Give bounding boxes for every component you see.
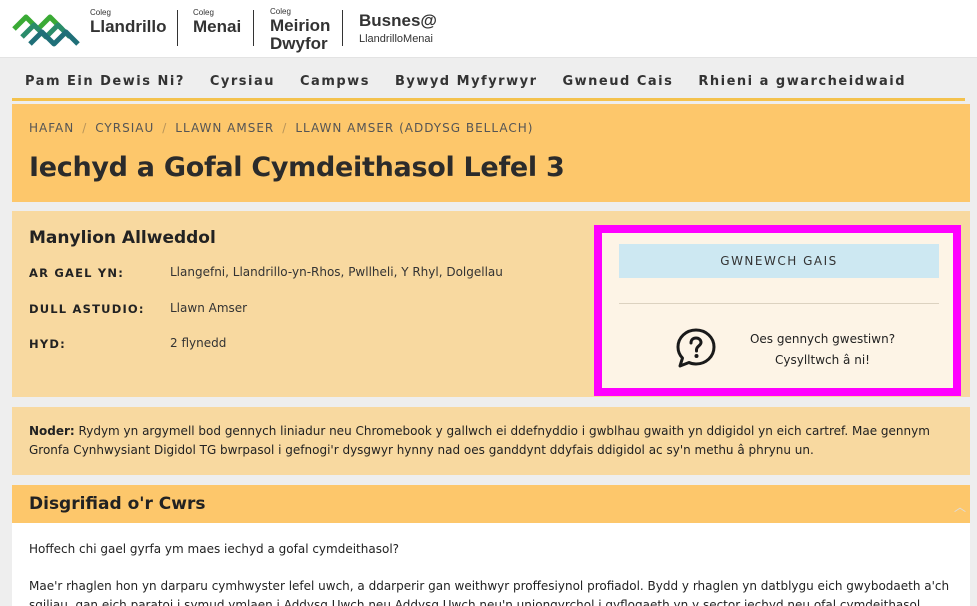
duration-label: HYD: xyxy=(29,337,66,351)
description-paragraph-1: Hoffech chi gael gyrfa ym maes iechyd a … xyxy=(29,542,400,556)
brand-name: Busnes@ xyxy=(359,11,437,30)
brand-name: Llandrillo xyxy=(90,17,167,36)
breadcrumb-courses[interactable]: CYRSIAU xyxy=(95,121,154,135)
brand-name: Menai xyxy=(193,17,242,36)
description-header[interactable]: Disgrifiad o'r Cwrs ︿ xyxy=(12,485,970,523)
breadcrumb-separator: / xyxy=(162,121,168,135)
study-mode-value: Llawn Amser xyxy=(170,301,248,315)
note-label: Noder: xyxy=(29,424,75,438)
brand-divider xyxy=(253,10,254,46)
breadcrumb-current: LLAWN AMSER (ADDYSG BELLACH) xyxy=(295,121,534,135)
brand-llandrillo[interactable]: Coleg Llandrillo xyxy=(90,8,167,36)
note-box: Noder: Rydym yn argymell bod gennych lin… xyxy=(12,407,970,475)
duration-value: 2 flynedd xyxy=(170,336,227,350)
breadcrumb-separator: / xyxy=(282,121,288,135)
chevron-up-icon[interactable]: ︿ xyxy=(954,498,966,515)
contact-question: Oes gennych gwestiwn? xyxy=(749,332,896,346)
brand-name: Meirion xyxy=(270,16,331,35)
question-bubble-icon[interactable] xyxy=(675,327,717,369)
breadcrumb-separator: / xyxy=(82,121,88,135)
nav-item-apply[interactable]: Gwneud Cais xyxy=(562,74,673,89)
apply-panel: GWNEWCH GAIS Oes gennych gwestiwn? Cysyl… xyxy=(594,225,961,396)
study-mode-label: DULL ASTUDIO: xyxy=(29,302,145,316)
location-value: Llangefni, Llandrillo-yn-Rhos, Pwllheli,… xyxy=(170,265,503,279)
contact-prompt[interactable]: Oes gennych gwestiwn? Cysylltwch â ni! xyxy=(730,329,915,371)
panel-divider xyxy=(619,303,939,304)
breadcrumb: HAFAN / CYRSIAU / LLAWN AMSER / LLAWN AMSER (A… xyxy=(29,121,533,135)
description-title: Disgrifiad o'r Cwrs xyxy=(29,494,206,514)
location-label: AR GAEL YN: xyxy=(29,266,125,280)
page-title: Iechyd a Gofal Cymdeithasol Lefel 3 xyxy=(29,152,565,183)
brand-menai[interactable]: Coleg Menai xyxy=(193,8,241,36)
apply-button[interactable]: GWNEWCH GAIS xyxy=(619,244,939,278)
nav-item-why-choose-us[interactable]: Pam Ein Dewis Ni? xyxy=(25,74,185,89)
brand-name-2: Dwyfor xyxy=(270,34,328,53)
nav-item-campus[interactable]: Campws xyxy=(300,74,370,89)
description-paragraph-2: Mae'r rhaglen hon yn darparu cymhwyster … xyxy=(29,579,950,606)
note-text: Rydym yn argymell bod gennych liniadur n… xyxy=(29,424,930,457)
key-details-title: Manylion Allweddol xyxy=(29,228,216,248)
breadcrumb-full-time[interactable]: LLAWN AMSER xyxy=(175,121,274,135)
main-nav: Pam Ein Dewis Ni? Cyrsiau Campws Bywyd M… xyxy=(12,64,965,101)
nav-item-parents[interactable]: Rhieni a gwarcheidwaid xyxy=(698,74,906,89)
brand-divider xyxy=(177,10,178,46)
description-body: Hoffech chi gael gyrfa ym maes iechyd a … xyxy=(12,523,970,606)
wave-logo-icon[interactable] xyxy=(12,11,84,47)
nav-item-courses[interactable]: Cyrsiau xyxy=(210,74,275,89)
page-header: HAFAN / CYRSIAU / LLAWN AMSER / LLAWN AMSER (A… xyxy=(12,104,970,202)
brand-busnes[interactable]: Busnes@ LlandrilloMenai xyxy=(359,12,437,46)
brand-divider xyxy=(342,10,343,46)
site-header: Coleg Llandrillo Coleg Menai Coleg Meiri… xyxy=(0,0,977,58)
breadcrumb-home[interactable]: HAFAN xyxy=(29,121,74,135)
contact-link[interactable]: Cysylltwch â ni! xyxy=(730,350,915,371)
nav-item-student-life[interactable]: Bywyd Myfyrwyr xyxy=(395,74,538,89)
brand-meirion-dwyfor[interactable]: Coleg Meirion Dwyfor xyxy=(270,7,330,53)
brand-sub: LlandrilloMenai xyxy=(359,33,433,45)
